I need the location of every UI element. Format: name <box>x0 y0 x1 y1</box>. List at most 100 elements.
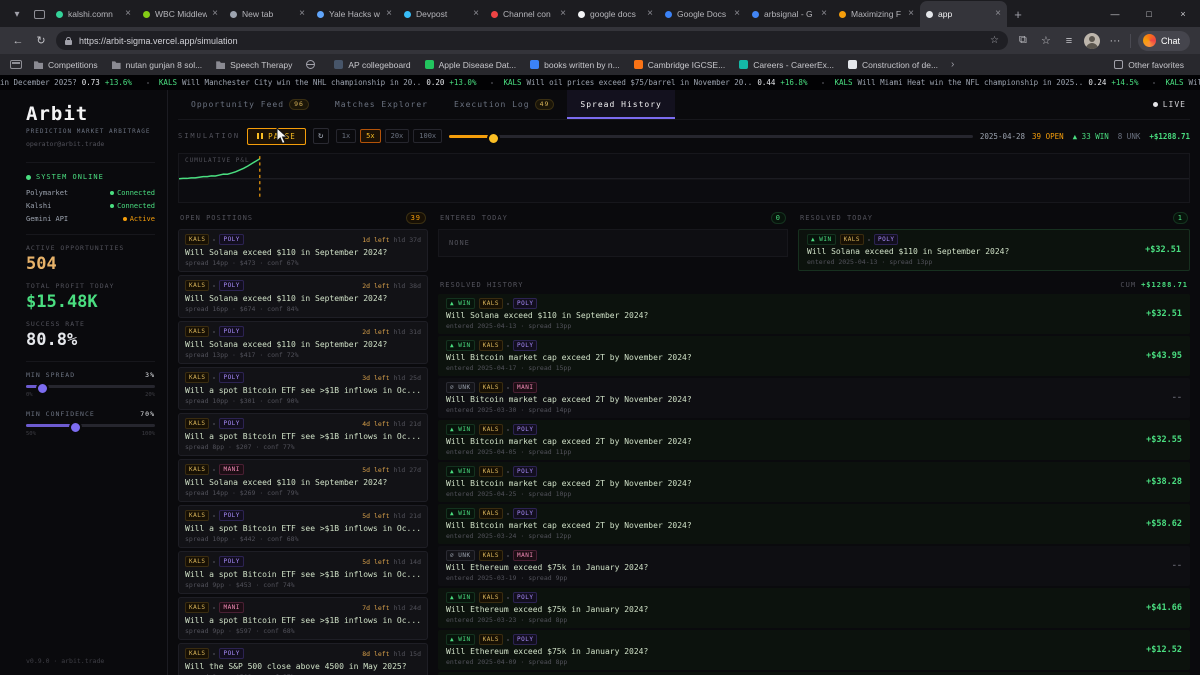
position-card[interactable]: KALS POLY 2d left hld 31d Will Solana ex… <box>178 321 429 364</box>
browser-tab[interactable]: Yale Hacks w × <box>311 1 398 27</box>
ticker-item: KALS Will Miami Heat win the NFL champio… <box>834 78 1165 87</box>
history-row[interactable]: ▲ WIN KALS POLY Will Ethereum exceed $75… <box>438 630 1190 670</box>
site-info-lock-icon[interactable] <box>65 36 72 45</box>
resolved-today-panel: RESOLVED TODAY 1 ▲ WIN KALS POLY Will So… <box>798 210 1190 271</box>
position-card[interactable]: KALS POLY 4d left hld 21d Will a spot Bi… <box>178 413 429 456</box>
tab-title: Devpost <box>416 9 448 19</box>
slider-fill-thumb[interactable] <box>26 421 82 434</box>
ticker-source: KALS <box>503 78 522 87</box>
back-icon[interactable]: ← <box>10 35 26 47</box>
resolved-today-card[interactable]: ▲ WIN KALS POLY Will Solana exceed $110 … <box>798 229 1190 271</box>
speed-button[interactable]: 5x <box>360 129 381 143</box>
bookmark-item[interactable]: Apple Disease Dat... <box>419 57 522 73</box>
bookmarks-overflow-icon[interactable]: › <box>946 59 959 70</box>
reset-button[interactable]: ↻ <box>312 128 329 144</box>
tab-close-icon[interactable]: × <box>299 9 305 19</box>
refresh-icon[interactable]: ↻ <box>33 34 49 47</box>
nav-tab[interactable]: Matches Explorer <box>322 90 441 119</box>
bookmark-item[interactable]: nutan gunjan 8 sol... <box>106 57 209 73</box>
browser-tab[interactable]: New tab × <box>224 1 311 27</box>
position-card[interactable]: KALS POLY 2d left hld 38d Will Solana ex… <box>178 275 429 318</box>
nav-tab[interactable]: Execution Log 49 <box>441 90 567 119</box>
bookmark-item[interactable]: Speech Therapy <box>210 57 298 73</box>
tab-close-icon[interactable]: × <box>908 9 914 19</box>
browser-tab[interactable]: Google Docs × <box>659 1 746 27</box>
new-tab-button[interactable]: + <box>1007 2 1029 26</box>
slider-value: 70% <box>140 410 155 418</box>
browser-tab[interactable]: arbsignal - G × <box>746 1 833 27</box>
browser-address-bar: ← ↻ https://arbit-sigma.vercel.app/simul… <box>0 27 1200 54</box>
position-card[interactable]: KALS POLY 8d left hld 15d Will the S&P 5… <box>178 643 429 675</box>
nav-tab[interactable]: Spread History <box>567 90 675 119</box>
bookmark-item[interactable]: Competitions <box>28 57 104 73</box>
sidebar-stat: TOTAL PROFIT TODAY $15.48K <box>26 282 155 312</box>
browser-tab[interactable]: google docs × <box>572 1 659 27</box>
history-row[interactable]: ∅ UNK KALS MANI Will Ethereum exceed $75… <box>438 546 1190 586</box>
bookmark-item[interactable]: Careers - CareerEx... <box>733 57 840 73</box>
more-options-icon[interactable]: ··· <box>1107 35 1123 47</box>
collections-icon[interactable] <box>10 60 22 69</box>
browser-tab[interactable]: WBC Middlew × <box>137 1 224 27</box>
pause-button[interactable]: PAUSE <box>247 127 306 145</box>
workspace-button[interactable] <box>28 2 50 26</box>
tab-close-icon[interactable]: × <box>821 9 827 19</box>
tab-close-icon[interactable]: × <box>560 9 566 19</box>
history-row[interactable]: ▲ WIN KALS POLY Will Solana exceed $110 … <box>438 294 1190 334</box>
tab-close-icon[interactable]: × <box>734 9 740 19</box>
other-favorites-button[interactable]: Other favorites <box>1108 57 1190 73</box>
favorites-icon[interactable]: ☆ <box>1038 34 1054 47</box>
bookmark-item[interactable] <box>300 57 326 73</box>
simulation-progress-slider[interactable] <box>449 131 973 145</box>
tab-close-icon[interactable]: × <box>473 9 479 19</box>
browser-tab[interactable]: Channel con × <box>485 1 572 27</box>
split-screen-icon[interactable]: ⧉ <box>1015 34 1031 47</box>
simulation-stat: 8 UNK <box>1117 131 1141 141</box>
tab-close-icon[interactable]: × <box>125 9 131 19</box>
collections-panel-icon[interactable]: ≡ <box>1061 35 1077 47</box>
bookmark-item[interactable]: Cambridge IGCSE... <box>628 57 731 73</box>
nav-tab[interactable]: Opportunity Feed 96 <box>178 90 322 119</box>
bookmark-star-icon[interactable]: ☆ <box>990 35 999 46</box>
bookmark-item[interactable]: Construction of de... <box>842 57 944 73</box>
position-card[interactable]: KALS MANI 7d left hld 24d Will a spot Bi… <box>178 597 429 640</box>
source-exchange-badge: KALS <box>185 326 210 337</box>
speed-button[interactable]: 100x <box>413 129 443 143</box>
maximize-button[interactable]: □ <box>1132 0 1166 27</box>
browser-tab[interactable]: app × <box>920 1 1007 27</box>
simulation-progress-fill[interactable] <box>449 131 501 145</box>
tab-search-button[interactable]: ▾ <box>6 2 28 26</box>
tab-close-icon[interactable]: × <box>647 9 653 19</box>
history-row[interactable]: ∅ UNK KALS MANI Will Bitcoin market cap … <box>438 378 1190 418</box>
bookmark-item[interactable]: AP collegeboard <box>328 57 416 73</box>
chat-button[interactable]: Chat <box>1137 30 1190 51</box>
slider-fill-thumb[interactable] <box>26 382 50 395</box>
url-field[interactable]: https://arbit-sigma.vercel.app/simulatio… <box>56 31 1008 50</box>
slider-track[interactable] <box>26 421 155 434</box>
minimize-button[interactable]: — <box>1098 0 1132 27</box>
history-row[interactable]: ▲ WIN KALS POLY Will Bitcoin market cap … <box>438 504 1190 544</box>
position-card[interactable]: KALS POLY 5d left hld 14d Will a spot Bi… <box>178 551 429 594</box>
bookmark-item[interactable]: books written by n... <box>524 57 626 73</box>
close-button[interactable]: × <box>1166 0 1200 27</box>
nav-tab-label: Matches Explorer <box>334 100 428 109</box>
tab-close-icon[interactable]: × <box>386 9 392 19</box>
profile-avatar[interactable] <box>1083 32 1100 49</box>
position-card[interactable]: KALS POLY 3d left hld 25d Will a spot Bi… <box>178 367 429 410</box>
tab-close-icon[interactable]: × <box>212 9 218 19</box>
position-card[interactable]: KALS MANI 5d left hld 27d Will Solana ex… <box>178 459 429 502</box>
history-row[interactable]: ▲ WIN KALS POLY Will Bitcoin market cap … <box>438 462 1190 502</box>
history-row[interactable]: ▲ WIN KALS POLY Will Bitcoin market cap … <box>438 420 1190 460</box>
history-row[interactable]: ▲ WIN KALS POLY Will Bitcoin market cap … <box>438 336 1190 376</box>
position-card[interactable]: KALS POLY 5d left hld 21d Will a spot Bi… <box>178 505 429 548</box>
ticker-source: KALS <box>1165 78 1184 87</box>
speed-button[interactable]: 1x <box>335 129 357 143</box>
browser-tab[interactable]: kalshi.comn × <box>50 1 137 27</box>
speed-button[interactable]: 20x <box>384 129 410 143</box>
browser-tab[interactable]: Devpost × <box>398 1 485 27</box>
position-card[interactable]: KALS POLY 1d left hld 37d Will Solana ex… <box>178 229 429 272</box>
resolved-today-count: 1 <box>1172 212 1188 224</box>
slider-track[interactable] <box>26 382 155 395</box>
history-row[interactable]: ▲ WIN KALS POLY Will Ethereum exceed $75… <box>438 588 1190 628</box>
browser-tab[interactable]: Maximizing F × <box>833 1 920 27</box>
tab-close-icon[interactable]: × <box>995 9 1001 19</box>
